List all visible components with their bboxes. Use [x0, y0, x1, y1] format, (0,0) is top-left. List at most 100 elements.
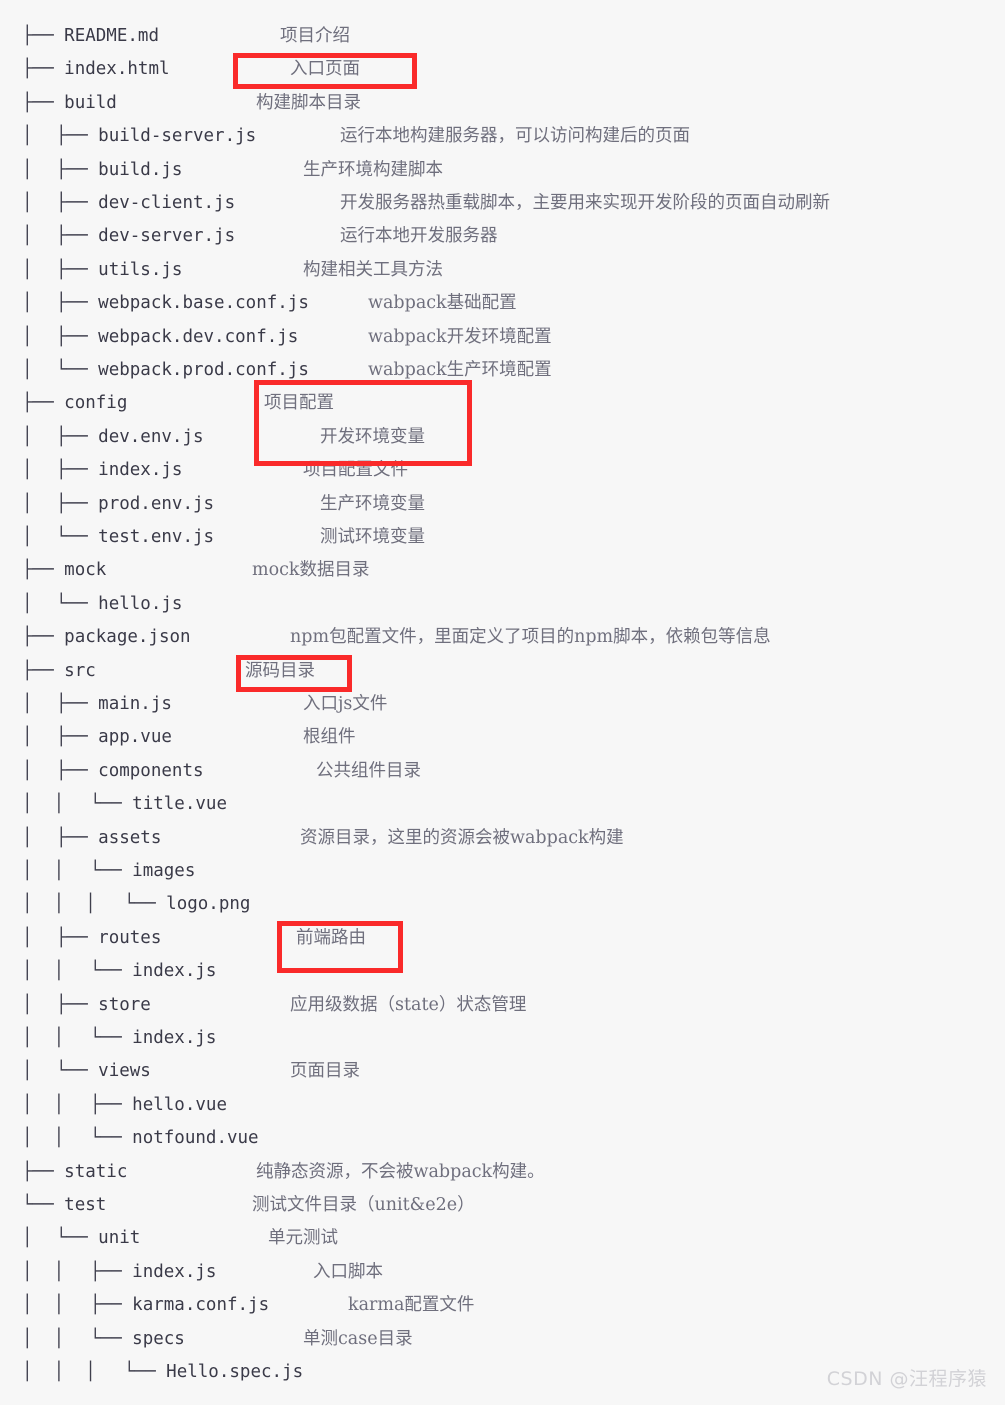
tree-node-name: app.vue: [98, 727, 172, 748]
tree-node-description: 开发服务器热重载脚本，主要用来实现开发阶段的页面自动刷新: [340, 193, 830, 213]
tree-branch-glyph: ├──: [56, 326, 99, 347]
tree-node-name: dev-server.js: [98, 226, 236, 247]
tree-node-name: hello.vue: [132, 1094, 227, 1115]
tree-node-name: index.js: [132, 1028, 217, 1048]
tree-branch-glyph: ├──: [56, 493, 99, 514]
tree-node-name: build-server.js: [98, 126, 257, 147]
tree-row: ├── │ dev.env.js 开发环境变量: [0, 421, 1005, 454]
tree-branch-glyph: ├──: [22, 92, 65, 113]
tree-branch-glyph: └──: [90, 1128, 133, 1149]
tree-node-name: src: [64, 660, 96, 681]
tree-branch-glyph: ├──: [56, 193, 99, 213]
tree-node-name: dev.env.js: [98, 426, 204, 447]
tree-branch-glyph: ├──: [56, 927, 99, 948]
tree-node-description: mock数据目录: [252, 560, 370, 581]
tree-node-description: 源码目录: [245, 660, 315, 681]
tree-vertical-bars: │: [22, 927, 54, 948]
tree-vertical-bars: │: [22, 326, 54, 347]
tree-node-name: unit: [98, 1228, 141, 1249]
tree-node-name: static: [64, 1161, 128, 1182]
tree-branch-glyph: └──: [124, 894, 167, 915]
tree-node-name: store: [98, 994, 151, 1015]
tree-vertical-bars: │: [22, 493, 54, 514]
tree-branch-glyph: ├──: [56, 426, 99, 447]
tree-row: ├── config 项目配置: [0, 387, 1005, 420]
tree-node-name: README.md: [64, 26, 159, 46]
tree-branch-glyph: ├──: [90, 1295, 133, 1316]
tree-node-name: mock: [64, 560, 107, 581]
tree-branch-glyph: └──: [56, 527, 99, 547]
tree-node-name: notfound.vue: [132, 1128, 259, 1149]
tree-branch-glyph: ├──: [56, 694, 99, 714]
tree-row: └── │ │ specs 单测case目录: [0, 1323, 1005, 1356]
tree-branch-glyph: └──: [56, 1228, 99, 1249]
tree-vertical-bars: │: [22, 593, 54, 614]
tree-node-description: 项目配置文件: [303, 460, 408, 481]
tree-branch-glyph: ├──: [22, 560, 65, 581]
tree-node-name: assets: [98, 827, 162, 848]
tree-row: └── │ hello.js: [0, 588, 1005, 621]
tree-row: └── test 测试文件目录（unit&e2e）: [0, 1189, 1005, 1222]
tree-vertical-bars: │: [22, 159, 54, 180]
tree-row: ├── │ build-server.js 运行本地构建服务器，可以访问构建后的页…: [0, 120, 1005, 153]
tree-node-description: 运行本地构建服务器，可以访问构建后的页面: [340, 126, 690, 147]
tree-branch-glyph: └──: [90, 1328, 133, 1349]
tree-branch-glyph: └──: [56, 593, 99, 614]
tree-vertical-bars: │ │: [22, 961, 86, 982]
tree-branch-glyph: ├──: [56, 760, 99, 781]
tree-row: └── │ │ title.vue: [0, 788, 1005, 821]
tree-node-description: 入口页面: [290, 59, 360, 80]
tree-row: ├── │ components 公共组件目录: [0, 755, 1005, 788]
tree-branch-glyph: ├──: [56, 994, 99, 1015]
tree-node-description: 应用级数据（state）状态管理: [290, 994, 527, 1015]
tree-row: └── │ │ notfound.vue: [0, 1122, 1005, 1155]
tree-row: ├── index.html 入口页面: [0, 53, 1005, 86]
tree-branch-glyph: └──: [90, 1028, 133, 1048]
tree-vertical-bars: │ │: [22, 1128, 86, 1149]
tree-row: └── │ │ images: [0, 855, 1005, 888]
tree-node-name: components: [98, 760, 204, 781]
tree-node-name: karma.conf.js: [132, 1295, 270, 1316]
tree-node-description: 单元测试: [268, 1228, 338, 1249]
tree-row: ├── package.json npm包配置文件，里面定义了项目的npm脚本，依…: [0, 621, 1005, 654]
tree-vertical-bars: │ │ │: [22, 894, 117, 915]
tree-node-name: Hello.spec.js: [166, 1362, 304, 1382]
tree-branch-glyph: ├──: [56, 159, 99, 180]
tree-row: └── │ test.env.js 测试环境变量: [0, 521, 1005, 554]
tree-vertical-bars: │: [22, 727, 54, 748]
tree-node-description: 前端路由: [296, 927, 366, 948]
tree-node-name: index.html: [64, 59, 170, 80]
tree-row: ├── │ │ index.js 入口脚本: [0, 1256, 1005, 1289]
tree-vertical-bars: │: [22, 827, 54, 848]
tree-branch-glyph: ├──: [90, 1094, 133, 1115]
tree-node-description: 页面目录: [290, 1061, 360, 1082]
tree-row: ├── │ assets 资源目录，这里的资源会被wabpack构建: [0, 822, 1005, 855]
tree-node-name: views: [98, 1061, 151, 1082]
tree-vertical-bars: │: [22, 994, 54, 1015]
tree-node-description: 入口js文件: [303, 694, 388, 714]
tree-node-name: package.json: [64, 627, 191, 648]
tree-branch-glyph: └──: [90, 861, 133, 881]
tree-node-name: routes: [98, 927, 162, 948]
tree-row: └── │ │ index.js: [0, 955, 1005, 988]
tree-row: ├── │ │ hello.vue: [0, 1089, 1005, 1122]
tree-node-description: 测试文件目录（unit&e2e）: [252, 1195, 475, 1215]
tree-row: ├── src 源码目录: [0, 655, 1005, 688]
tree-row: ├── static 纯静态资源，不会被wabpack构建。: [0, 1156, 1005, 1189]
tree-node-name: webpack.dev.conf.js: [98, 326, 299, 347]
tree-row: ├── │ routes 前端路由: [0, 922, 1005, 955]
tree-row: ├── build 构建脚本目录: [0, 87, 1005, 120]
tree-node-name: index.js: [132, 961, 217, 982]
tree-row: └── │ unit 单元测试: [0, 1222, 1005, 1255]
tree-node-description: wabpack基础配置: [368, 293, 517, 314]
tree-node-name: build: [64, 92, 117, 113]
tree-vertical-bars: │: [22, 1061, 54, 1082]
tree-node-description: 单测case目录: [303, 1328, 413, 1349]
tree-vertical-bars: │ │: [22, 1028, 86, 1048]
tree-vertical-bars: │ │: [22, 1261, 86, 1282]
tree-node-description: 生产环境变量: [320, 493, 425, 514]
tree-node-name: webpack.base.conf.js: [98, 293, 309, 314]
tree-vertical-bars: │ │: [22, 1328, 86, 1349]
tree-node-name: dev-client.js: [98, 193, 236, 213]
tree-row: └── │ views 页面目录: [0, 1055, 1005, 1088]
